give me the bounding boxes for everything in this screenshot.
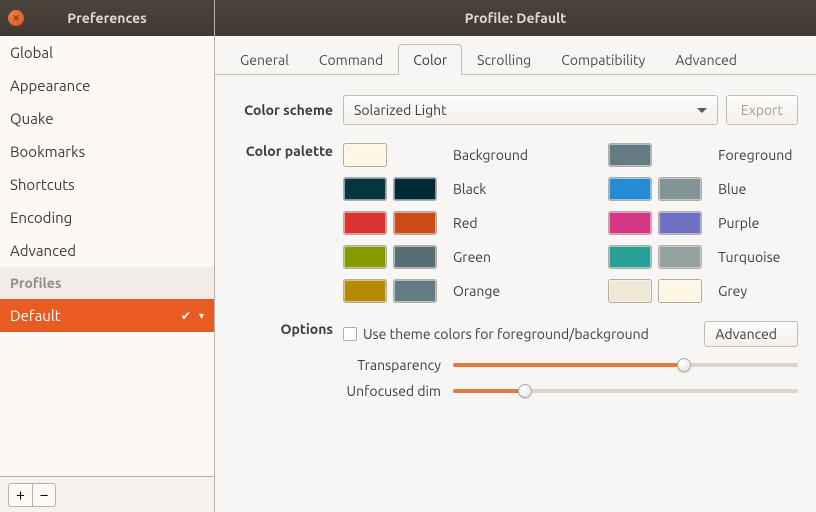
row-options: Options Use theme colors for foreground/…	[233, 321, 798, 409]
swatch-label-bg: Background	[443, 147, 528, 163]
swatch-label-blue: Blue	[708, 181, 746, 197]
swatch-black-0[interactable]	[343, 177, 387, 201]
close-button[interactable]: ✕	[8, 10, 24, 26]
use-theme-colors-checkbox[interactable]	[343, 327, 357, 341]
color-scheme-value: Solarized Light	[354, 102, 697, 118]
sidebar-item-appearance[interactable]: Appearance	[0, 69, 214, 102]
chevron-down-icon	[697, 108, 707, 113]
tab-scrolling[interactable]: Scrolling	[462, 44, 546, 75]
swatch-label-orange: Orange	[443, 283, 500, 299]
palette-row-purple: Purple	[608, 211, 792, 235]
swatch-orange-1[interactable]	[393, 279, 437, 303]
swatch-grey-0[interactable]	[608, 279, 652, 303]
palette-row-fg: Foreground	[608, 143, 792, 167]
palette-col-left: Background Black Red	[343, 143, 528, 303]
swatch-orange-0[interactable]	[343, 279, 387, 303]
main-title: Profile: Default	[215, 0, 816, 36]
sidebar-list: GlobalAppearanceQuakeBookmarksShortcutsE…	[0, 36, 214, 476]
swatch-blue-0[interactable]	[608, 177, 652, 201]
swatch-purple-0[interactable]	[608, 211, 652, 235]
dim-slider[interactable]	[453, 383, 798, 399]
row-scheme: Color scheme Solarized Light Export	[233, 95, 798, 125]
sidebar-item-shortcuts[interactable]: Shortcuts	[0, 168, 214, 201]
swatch-label-grey: Grey	[708, 283, 747, 299]
tab-general[interactable]: General	[225, 44, 304, 75]
swatch-blue-1[interactable]	[658, 177, 702, 201]
use-theme-colors-label: Use theme colors for foreground/backgrou…	[363, 326, 649, 342]
palette: Background Black Red	[343, 143, 792, 303]
palette-row-red: Red	[343, 211, 528, 235]
sidebar-footer: + −	[0, 476, 214, 512]
sidebar-item-encoding[interactable]: Encoding	[0, 201, 214, 234]
sidebar-title: Preferences	[24, 10, 206, 26]
tab-advanced[interactable]: Advanced	[660, 44, 752, 75]
palette-row-green: Green	[343, 245, 528, 269]
sidebar-header: ✕ Preferences	[0, 0, 214, 36]
palette-col-right: Foreground Blue Purple	[608, 143, 792, 303]
palette-row-bg: Background	[343, 143, 528, 167]
main-pane: Profile: Default GeneralCommandColorScro…	[215, 0, 816, 512]
transparency-slider[interactable]	[453, 357, 798, 373]
swatch-background[interactable]	[343, 143, 387, 167]
swatch-label-turq: Turquoise	[708, 249, 780, 265]
sidebar: ✕ Preferences GlobalAppearanceQuakeBookm…	[0, 0, 215, 512]
label-dim: Unfocused dim	[343, 383, 453, 399]
remove-profile-button[interactable]: −	[32, 483, 56, 507]
chevron-down-icon: ▾	[199, 310, 204, 322]
label-color-palette: Color palette	[233, 143, 343, 159]
swatch-turq-1[interactable]	[658, 245, 702, 269]
swatch-label-red: Red	[443, 215, 478, 231]
palette-row-black: Black	[343, 177, 528, 201]
row-theme-checkbox: Use theme colors for foreground/backgrou…	[343, 321, 798, 347]
label-color-scheme: Color scheme	[233, 102, 343, 118]
row-dim: Unfocused dim	[343, 383, 798, 399]
swatch-foreground[interactable]	[608, 143, 652, 167]
sidebar-item-global[interactable]: Global	[0, 36, 214, 69]
swatch-label-purple: Purple	[708, 215, 759, 231]
swatch-red-0[interactable]	[343, 211, 387, 235]
options-advanced-dropdown[interactable]: Advanced	[704, 321, 798, 347]
sidebar-item-quake[interactable]: Quake	[0, 102, 214, 135]
sidebar-item-advanced[interactable]: Advanced	[0, 234, 214, 267]
swatch-grey-1[interactable]	[658, 279, 702, 303]
palette-row-blue: Blue	[608, 177, 792, 201]
preferences-window: ✕ Preferences GlobalAppearanceQuakeBookm…	[0, 0, 816, 512]
sidebar-item-bookmarks[interactable]: Bookmarks	[0, 135, 214, 168]
swatch-label-fg: Foreground	[708, 147, 792, 163]
swatch-red-1[interactable]	[393, 211, 437, 235]
swatch-black-1[interactable]	[393, 177, 437, 201]
tabstrip: GeneralCommandColorScrollingCompatibilit…	[215, 36, 816, 75]
swatch-label-green: Green	[443, 249, 491, 265]
color-scheme-dropdown[interactable]: Solarized Light	[343, 95, 718, 125]
palette-row-orange: Orange	[343, 279, 528, 303]
swatch-green-1[interactable]	[393, 245, 437, 269]
tab-compatibility[interactable]: Compatibility	[546, 44, 660, 75]
swatch-green-0[interactable]	[343, 245, 387, 269]
export-button[interactable]: Export	[726, 95, 798, 125]
swatch-purple-1[interactable]	[658, 211, 702, 235]
row-transparency: Transparency	[343, 357, 798, 373]
options-body: Use theme colors for foreground/backgrou…	[343, 321, 798, 409]
profiles-header: Profiles	[0, 267, 214, 299]
label-transparency: Transparency	[343, 357, 453, 373]
check-icon: ✔	[181, 309, 191, 323]
tab-color[interactable]: Color	[398, 44, 462, 75]
label-options: Options	[233, 321, 343, 337]
profile-item-default[interactable]: Default✔▾	[0, 299, 214, 332]
palette-row-turq: Turquoise	[608, 245, 792, 269]
palette-row-grey: Grey	[608, 279, 792, 303]
add-profile-button[interactable]: +	[8, 483, 32, 507]
row-palette: Color palette Background Black	[233, 143, 798, 303]
swatch-turq-0[interactable]	[608, 245, 652, 269]
tab-content-color: Color scheme Solarized Light Export Colo…	[215, 75, 816, 447]
swatch-label-black: Black	[443, 181, 486, 197]
tab-command[interactable]: Command	[304, 44, 398, 75]
